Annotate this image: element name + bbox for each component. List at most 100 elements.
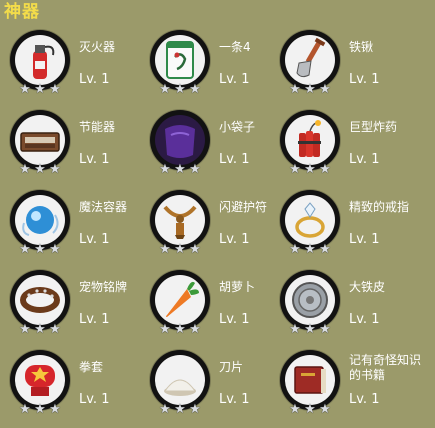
magic-orb-icon: [15, 195, 65, 245]
star-icon: ★: [159, 402, 171, 417]
star-icon: ★: [319, 402, 331, 417]
artifact-level: Lv. 1: [349, 152, 380, 167]
boxing-glove-icon: [15, 355, 65, 405]
artifact-badge: [10, 350, 70, 410]
star-icon: ★: [174, 82, 186, 97]
artifact-badge: [10, 30, 70, 90]
artifact-item-carrot[interactable]: ★ ★ ★ 胡萝卜 Lv. 1: [150, 268, 290, 348]
artifact-level: Lv. 1: [219, 392, 250, 407]
star-icon: ★: [304, 162, 316, 177]
star-rating: ★ ★ ★: [14, 83, 66, 99]
artifact-badge: [150, 350, 210, 410]
star-icon: ★: [19, 402, 31, 417]
star-icon: ★: [304, 82, 316, 97]
artifact-level: Lv. 1: [349, 312, 380, 327]
artifact-item-blade[interactable]: ★ ★ ★ 刀片 Lv. 1: [150, 348, 290, 428]
artifact-name: 节能器: [79, 120, 116, 134]
star-icon: ★: [49, 162, 61, 177]
star-icon: ★: [289, 322, 301, 337]
artifact-level: Lv. 1: [79, 232, 110, 247]
artifact-item-ring[interactable]: ★ ★ ★ 精致的戒指 Lv. 1: [280, 188, 420, 268]
star-icon: ★: [19, 162, 31, 177]
star-rating: ★ ★ ★: [284, 83, 336, 99]
star-icon: ★: [49, 82, 61, 97]
artifact-item-magic-orb[interactable]: ★ ★ ★ 魔法容器 Lv. 1: [10, 188, 150, 268]
star-icon: ★: [49, 402, 61, 417]
star-icon: ★: [289, 242, 301, 257]
artifact-item-shovel[interactable]: ★ ★ ★ 铁锹 Lv. 1: [280, 28, 420, 108]
artifact-level: Lv. 1: [219, 312, 250, 327]
artifact-item-energy-saver[interactable]: ★ ★ ★ 节能器 Lv. 1: [10, 108, 150, 188]
star-rating: ★ ★ ★: [154, 243, 206, 259]
star-icon: ★: [19, 322, 31, 337]
artifact-item-mahjong-tile[interactable]: ★ ★ ★ 一条4 Lv. 1: [150, 28, 290, 108]
star-icon: ★: [289, 402, 301, 417]
star-rating: ★ ★ ★: [284, 163, 336, 179]
artifact-grid: ★ ★ ★ 灭火器 Lv. 1 ★ ★ ★ 一条4 Lv. 1 ★ ★ ★ 铁锹 Lv. 1: [10, 28, 430, 426]
star-icon: ★: [319, 162, 331, 177]
artifact-badge: [280, 30, 340, 90]
amulet-necklace-icon: [155, 195, 205, 245]
artifact-badge: [150, 190, 210, 250]
artifact-item-fire-extinguisher[interactable]: ★ ★ ★ 灭火器 Lv. 1: [10, 28, 150, 108]
star-rating: ★ ★ ★: [154, 403, 206, 419]
salt-pile-icon: [155, 355, 205, 405]
star-icon: ★: [174, 402, 186, 417]
artifact-item-iron-shield[interactable]: ★ ★ ★ 大铁皮 Lv. 1: [280, 268, 420, 348]
star-rating: ★ ★ ★: [14, 403, 66, 419]
shovel-icon: [285, 35, 335, 85]
star-icon: ★: [189, 242, 201, 257]
star-icon: ★: [304, 242, 316, 257]
artifact-level: Lv. 1: [79, 72, 110, 87]
star-icon: ★: [159, 82, 171, 97]
artifact-level: Lv. 1: [79, 312, 110, 327]
artifact-badge: [150, 30, 210, 90]
star-icon: ★: [174, 162, 186, 177]
star-icon: ★: [289, 162, 301, 177]
star-icon: ★: [189, 162, 201, 177]
artifact-level: Lv. 1: [349, 72, 380, 87]
star-icon: ★: [304, 402, 316, 417]
fire-extinguisher-icon: [15, 35, 65, 85]
star-icon: ★: [289, 82, 301, 97]
artifact-item-amulet[interactable]: ★ ★ ★ 闪避护符 Lv. 1: [150, 188, 290, 268]
artifact-name: 巨型炸药: [349, 120, 398, 134]
star-icon: ★: [34, 82, 46, 97]
artifact-name: 记有奇怪知识的书籍: [349, 353, 422, 382]
star-rating: ★ ★ ★: [14, 323, 66, 339]
artifact-level: Lv. 1: [219, 72, 250, 87]
artifact-badge: [280, 270, 340, 330]
star-icon: ★: [34, 162, 46, 177]
star-icon: ★: [34, 402, 46, 417]
page-title: 神器: [4, 2, 40, 22]
star-icon: ★: [304, 322, 316, 337]
artifact-item-boxing-glove[interactable]: ★ ★ ★ 拳套 Lv. 1: [10, 348, 150, 428]
star-icon: ★: [159, 322, 171, 337]
artifact-badge: [150, 110, 210, 170]
star-rating: ★ ★ ★: [154, 83, 206, 99]
artifact-badge: [10, 270, 70, 330]
artifact-name: 精致的戒指: [349, 200, 410, 214]
artifact-name: 拳套: [79, 360, 104, 374]
artifact-name: 铁锹: [349, 40, 374, 54]
artifact-name: 灭火器: [79, 40, 116, 54]
book-icon: [285, 355, 335, 405]
mahjong-tile-icon: [155, 35, 205, 85]
artifact-badge: [10, 110, 70, 170]
artifact-item-purple-bag[interactable]: ★ ★ ★ 小袋子 Lv. 1: [150, 108, 290, 188]
artifact-item-pet-collar[interactable]: ★ ★ ★ 宠物铭牌 Lv. 1: [10, 268, 150, 348]
purple-bag-icon: [155, 115, 205, 165]
iron-shield-icon: [285, 275, 335, 325]
artifact-item-strange-book[interactable]: ★ ★ ★ 记有奇怪知识的书籍 Lv. 1: [280, 348, 422, 428]
star-icon: ★: [49, 322, 61, 337]
artifact-badge: [150, 270, 210, 330]
star-rating: ★ ★ ★: [154, 163, 206, 179]
star-rating: ★ ★ ★: [284, 403, 336, 419]
artifact-badge: [280, 190, 340, 250]
star-icon: ★: [319, 242, 331, 257]
star-icon: ★: [34, 242, 46, 257]
artifact-badge: [280, 350, 340, 410]
star-rating: ★ ★ ★: [284, 323, 336, 339]
artifact-item-dynamite[interactable]: ★ ★ ★ 巨型炸药 Lv. 1: [280, 108, 420, 188]
artifact-name: 宠物铭牌: [79, 280, 128, 294]
